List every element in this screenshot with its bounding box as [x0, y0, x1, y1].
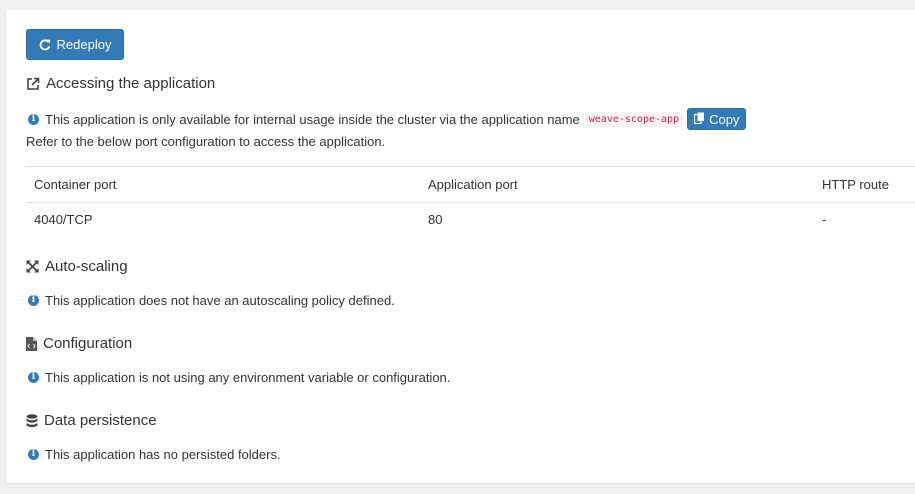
copy-button[interactable]: Copy: [687, 108, 747, 130]
header-container-port: Container port: [26, 166, 420, 203]
file-code-icon: [26, 336, 37, 351]
section-title-accessing-label: Accessing the application: [46, 75, 216, 92]
ports-table-header: Container port Application port HTTP rou…: [26, 166, 915, 203]
redeploy-label: Redeploy: [56, 37, 112, 52]
section-title-autoscaling: Auto-scaling: [26, 258, 128, 275]
info-autoscaling-text: This application does not have an autosc…: [45, 293, 395, 308]
cell-application-port: 80: [428, 212, 443, 227]
section-title-configuration-label: Configuration: [43, 335, 133, 352]
info-persistence: i This application has no persisted fold…: [28, 447, 281, 462]
info-circle-icon: i: [28, 449, 39, 460]
section-title-accessing: Accessing the application: [26, 75, 215, 92]
section-title-autoscaling-label: Auto-scaling: [45, 258, 128, 275]
info-circle-icon: i: [28, 295, 39, 306]
redeploy-button[interactable]: Redeploy: [26, 29, 124, 60]
section-title-configuration: Configuration: [26, 335, 132, 352]
cell-container-port: 4040/TCP: [34, 212, 93, 227]
section-title-persistence: Data persistence: [26, 412, 157, 429]
app-name-code: weave-scope-app: [584, 111, 684, 127]
port-config-hint: Refer to the below port configuration to…: [26, 134, 386, 149]
header-http-route: HTTP route: [814, 166, 915, 203]
copy-icon: [693, 112, 705, 127]
database-icon: [26, 413, 38, 428]
cell-http-route: -: [822, 212, 827, 227]
external-link-icon: [26, 77, 40, 91]
redo-icon: [39, 39, 51, 51]
info-configuration-text: This application is not using any enviro…: [45, 370, 451, 385]
section-title-persistence-label: Data persistence: [44, 412, 157, 429]
info-accessing-text: This application is only available for i…: [45, 111, 580, 127]
copy-label: Copy: [709, 111, 740, 127]
info-circle-icon: i: [28, 372, 39, 383]
info-accessing: i This application is only available for…: [28, 108, 747, 130]
info-configuration: i This application is not using any envi…: [28, 370, 450, 385]
application-details-panel: Redeploy Accessing the application i Thi…: [5, 10, 915, 484]
info-circle-icon: i: [28, 113, 39, 125]
info-autoscaling: i This application does not have an auto…: [28, 293, 395, 308]
header-application-port: Application port: [420, 166, 814, 203]
table-row: 4040/TCP 80 -: [26, 203, 915, 237]
expand-arrows-icon: [26, 260, 39, 273]
ports-table: Container port Application port HTTP rou…: [26, 166, 915, 236]
info-persistence-text: This application has no persisted folder…: [45, 447, 281, 462]
